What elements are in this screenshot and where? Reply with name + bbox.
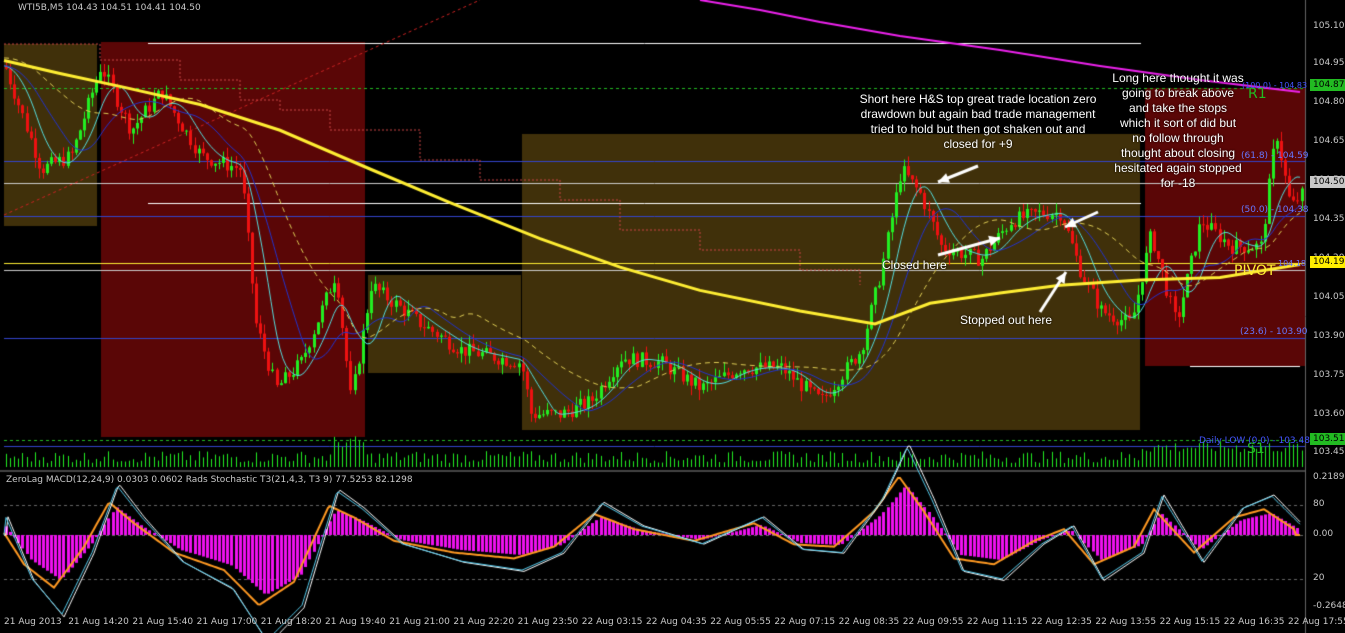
fib-50-label: (50.0) - 104.38 xyxy=(1241,205,1309,215)
price-axis-label: 104.05 xyxy=(1313,292,1345,302)
time-axis-label: 21 Aug 2013 xyxy=(4,617,62,627)
price-axis-label: 104.80 xyxy=(1313,97,1345,107)
price-axis-label: 105.10 xyxy=(1313,21,1345,31)
price-tag: 104.50 xyxy=(1310,176,1345,188)
time-axis-label: 21 Aug 17:00 xyxy=(196,617,258,627)
stopped-out-note: Stopped out here xyxy=(960,313,1053,327)
price-axis-label: 104.65 xyxy=(1313,136,1345,146)
short-trade-note: Short here H&S top great trade location … xyxy=(859,92,1097,151)
time-axis-label: 22 Aug 04:35 xyxy=(646,617,707,627)
price-axis-label: 103.60 xyxy=(1313,409,1345,419)
time-axis-label: 21 Aug 14:20 xyxy=(68,617,129,627)
price-axis-label: 103.90 xyxy=(1313,331,1345,341)
time-axis-label: 21 Aug 15:40 xyxy=(132,617,194,627)
pivot-label: PIVOT xyxy=(1234,263,1276,279)
time-axis-label: 22 Aug 11:15 xyxy=(967,617,1028,627)
time-axis-label: 22 Aug 13:55 xyxy=(1095,617,1157,627)
indicator-header: ZeroLag MACD(12,24,9) 0.0303 0.0602 Rads… xyxy=(6,475,413,485)
price-tag: 104.19 xyxy=(1310,256,1345,268)
time-axis-label: 22 Aug 12:35 xyxy=(1031,617,1092,627)
indicator-axis-label: -0.2648 xyxy=(1313,601,1345,611)
indicator-axis-label: 0.00 xyxy=(1313,529,1334,539)
price-axis-label: 103.45 xyxy=(1313,447,1345,457)
time-axis-label: 22 Aug 07:15 xyxy=(774,617,836,627)
time-axis-label: 21 Aug 18:20 xyxy=(260,617,322,627)
time-axis-label: 21 Aug 22:20 xyxy=(453,617,515,627)
long-trade-note: Long here thought it was going to break … xyxy=(1112,71,1244,190)
time-axis-label: 22 Aug 16:35 xyxy=(1223,617,1285,627)
price-axis-label: 103.75 xyxy=(1313,370,1345,380)
time-axis-label: 22 Aug 05:55 xyxy=(710,617,771,627)
indicator-axis-label: 80 xyxy=(1313,499,1325,509)
price-axis-label: 104.35 xyxy=(1313,214,1345,224)
symbol-header: WTI5B,M5 104.43 104.51 104.41 104.50 xyxy=(18,3,201,13)
fib-mid-label: 104.18 xyxy=(1278,259,1306,268)
time-axis-label: 22 Aug 17:55 xyxy=(1288,617,1345,627)
fib-236-label: (23.6) - 103.90 xyxy=(1240,327,1308,337)
time-axis-label: 21 Aug 21:00 xyxy=(389,617,450,627)
indicator-axis-label: 20 xyxy=(1313,573,1325,583)
price-tag: 104.87 xyxy=(1310,79,1345,91)
indicator-axis-label: 0.2189 xyxy=(1313,472,1345,482)
time-axis-label: 21 Aug 19:40 xyxy=(325,617,386,627)
daily-low-label: Daily LOW (0.0) - 103.48 xyxy=(1199,436,1310,446)
time-axis-label: 21 Aug 23:50 xyxy=(517,617,579,627)
time-axis-label: 22 Aug 08:35 xyxy=(838,617,900,627)
time-axis-label: 22 Aug 09:55 xyxy=(902,617,964,627)
time-axis-label: 22 Aug 15:15 xyxy=(1159,617,1221,627)
price-tag: 103.51 xyxy=(1310,433,1345,445)
closed-here-note: Closed here xyxy=(882,258,947,272)
price-axis-label: 104.95 xyxy=(1313,58,1345,68)
time-axis-label: 22 Aug 03:15 xyxy=(581,617,643,627)
